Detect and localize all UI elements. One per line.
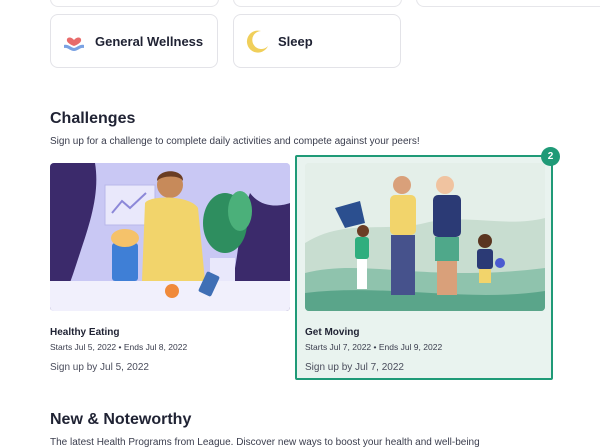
challenge-title[interactable]: Healthy Eating	[50, 327, 119, 338]
wellness-icon	[61, 28, 87, 54]
new-noteworthy-heading: New & Noteworthy	[50, 411, 192, 428]
challenge-dates: Starts Jul 5, 2022 • Ends Jul 8, 2022	[50, 342, 188, 352]
healthy-eating-illustration[interactable]	[50, 163, 290, 311]
challenge-dates: Starts Jul 7, 2022 • Ends Jul 9, 2022	[305, 342, 443, 352]
category-card-partial[interactable]	[50, 0, 219, 7]
category-card-partial[interactable]	[416, 0, 600, 7]
challenge-signup-deadline: Sign up by Jul 5, 2022	[50, 362, 149, 373]
category-card-sleep[interactable]: Sleep	[233, 14, 401, 68]
challenges-heading: Challenges	[50, 110, 136, 127]
moon-icon	[244, 28, 270, 54]
challenge-title[interactable]: Get Moving	[305, 327, 359, 338]
highlight-badge: 2	[541, 147, 560, 166]
category-label: General Wellness	[95, 33, 204, 49]
challenge-signup-deadline: Sign up by Jul 7, 2022	[305, 362, 404, 373]
new-noteworthy-subtitle: The latest Health Programs from League. …	[50, 437, 480, 448]
category-card-partial[interactable]	[233, 0, 402, 7]
get-moving-illustration[interactable]	[305, 163, 545, 311]
category-label: Sleep	[278, 33, 313, 49]
challenges-subtitle: Sign up for a challenge to complete dail…	[50, 136, 420, 147]
category-card-general-wellness[interactable]: General Wellness	[50, 14, 218, 68]
